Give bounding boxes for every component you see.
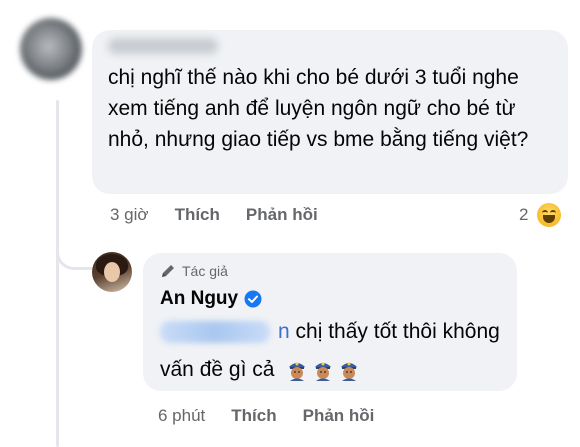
comment-bubble: chị nghĩ thế nào khi cho bé dưới 3 tuổi …: [92, 30, 568, 194]
reply-time[interactable]: 6 phút: [158, 406, 205, 426]
comment-actions: 3 giờ Thích Phản hồi: [110, 205, 344, 225]
reply-author: An Nguy: [160, 288, 262, 310]
reaction-count[interactable]: 2: [519, 205, 528, 225]
thread-line: [56, 100, 59, 447]
reply-text-line-1: n chị thấy tốt thôi không: [160, 317, 500, 347]
mention-blurred[interactable]: [160, 321, 270, 344]
comment-time[interactable]: 3 giờ: [110, 205, 149, 225]
reply-button[interactable]: Phản hồi: [246, 205, 318, 225]
police-officer-emoji-icon: [289, 362, 306, 381]
reply-bubble: Tác giả An Nguy n chị thấy tốt thôi khôn…: [143, 253, 517, 391]
reply-text-continued: vấn đề gì cả: [160, 358, 275, 381]
police-officer-emoji-icon: [341, 362, 358, 381]
author-avatar[interactable]: [92, 252, 132, 292]
mention-tail[interactable]: n: [278, 320, 290, 343]
police-officer-emoji-icon: [315, 362, 332, 381]
reply-text: chị thấy tốt thôi không: [295, 320, 500, 343]
clipped-previous-text: ᴴᴴ: [100, 0, 160, 6]
laughing-emoji-icon[interactable]: [537, 203, 561, 227]
verified-badge-icon: [244, 290, 262, 308]
thread-connector: [56, 232, 92, 270]
reply-author-name[interactable]: An Nguy: [160, 288, 238, 310]
reply-text-line-2: vấn đề gì cả: [160, 355, 360, 385]
comment-text: chị nghĩ thế nào khi cho bé dưới 3 tuổi …: [108, 66, 529, 151]
pen-icon: [162, 265, 174, 277]
reply-like-button[interactable]: Thích: [231, 406, 276, 426]
author-badge-label: Tác giả: [182, 263, 228, 279]
reply-reply-button[interactable]: Phản hồi: [303, 406, 375, 426]
author-badge: Tác giả: [160, 263, 228, 279]
reply-actions: 6 phút Thích Phản hồi: [158, 406, 400, 426]
like-button[interactable]: Thích: [175, 205, 220, 225]
commenter-avatar[interactable]: [20, 18, 82, 80]
commenter-name-blurred[interactable]: [108, 38, 218, 54]
